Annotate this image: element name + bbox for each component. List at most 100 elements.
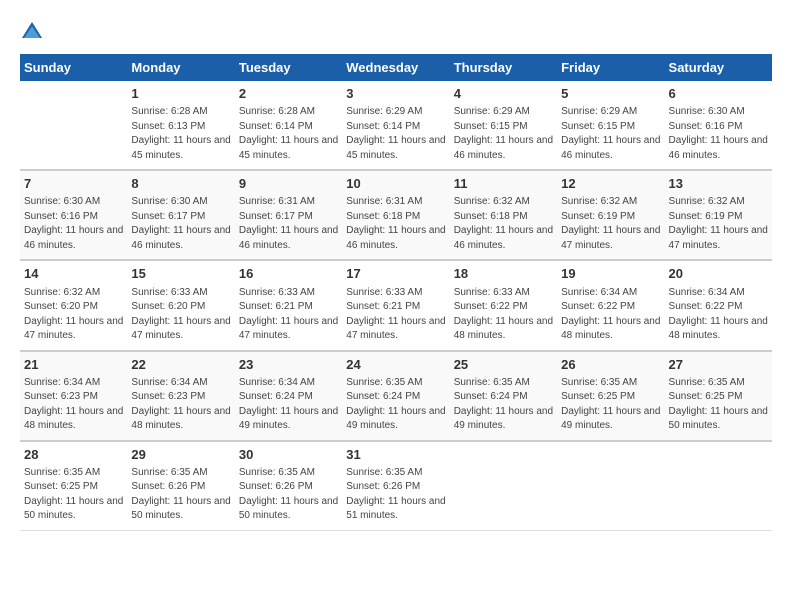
day-info: Sunrise: 6:35 AM Sunset: 6:25 PM Dayligh… [24,466,123,524]
col-header-monday: Monday [127,54,234,81]
day-cell: 11 Sunrise: 6:32 AM Sunset: 6:18 PM Dayli… [450,170,557,260]
day-info: Sunrise: 6:32 AM Sunset: 6:18 PM Dayligh… [454,195,553,253]
day-info: Sunrise: 6:32 AM Sunset: 6:20 PM Dayligh… [24,286,123,344]
day-info: Sunrise: 6:31 AM Sunset: 6:17 PM Dayligh… [239,195,338,253]
day-number: 11 [454,175,553,193]
day-info: Sunrise: 6:30 AM Sunset: 6:16 PM Dayligh… [24,195,123,253]
day-cell: 16 Sunrise: 6:33 AM Sunset: 6:21 PM Dayli… [235,260,342,350]
week-row-4: 28 Sunrise: 6:35 AM Sunset: 6:25 PM Dayli… [20,441,772,531]
day-info: Sunrise: 6:31 AM Sunset: 6:18 PM Dayligh… [346,195,445,253]
day-info: Sunrise: 6:34 AM Sunset: 6:22 PM Dayligh… [669,286,768,344]
day-info: Sunrise: 6:35 AM Sunset: 6:24 PM Dayligh… [346,376,445,434]
day-number: 14 [24,265,123,283]
day-number: 2 [239,85,338,103]
day-info: Sunrise: 6:28 AM Sunset: 6:13 PM Dayligh… [131,105,230,163]
col-header-friday: Friday [557,54,664,81]
day-number: 29 [131,446,230,464]
day-info: Sunrise: 6:34 AM Sunset: 6:23 PM Dayligh… [131,376,230,434]
day-cell: 2Sunrise: 6:28 AM Sunset: 6:14 PM Daylig… [235,81,342,170]
day-info: Sunrise: 6:30 AM Sunset: 6:16 PM Dayligh… [669,105,768,163]
day-number: 20 [669,265,768,283]
day-number: 6 [669,85,768,103]
day-cell: 9Sunrise: 6:31 AM Sunset: 6:17 PM Daylig… [235,170,342,260]
day-cell [450,441,557,531]
day-number: 5 [561,85,660,103]
day-cell: 29Sunrise: 6:35 AM Sunset: 6:26 PM Dayli… [127,441,234,531]
day-number: 30 [239,446,338,464]
day-info: Sunrise: 6:32 AM Sunset: 6:19 PM Dayligh… [669,195,768,253]
day-info: Sunrise: 6:33 AM Sunset: 6:21 PM Dayligh… [239,286,338,344]
day-cell: 8 Sunrise: 6:30 AM Sunset: 6:17 PM Daylig… [127,170,234,260]
day-number: 19 [561,265,660,283]
day-cell: 15 Sunrise: 6:33 AM Sunset: 6:20 PM Dayli… [127,260,234,350]
day-number: 16 [239,265,338,283]
day-info: Sunrise: 6:34 AM Sunset: 6:22 PM Dayligh… [561,286,660,344]
day-info: Sunrise: 6:35 AM Sunset: 6:24 PM Dayligh… [454,376,553,434]
logo [20,20,48,44]
day-cell: 18 Sunrise: 6:33 AM Sunset: 6:22 PM Dayli… [450,260,557,350]
day-cell: 28 Sunrise: 6:35 AM Sunset: 6:25 PM Dayli… [20,441,127,531]
day-number: 28 [24,446,123,464]
day-info: Sunrise: 6:33 AM Sunset: 6:21 PM Dayligh… [346,286,445,344]
day-cell: 5 Sunrise: 6:29 AM Sunset: 6:15 PM Daylig… [557,81,664,170]
day-cell: 26Sunrise: 6:35 AM Sunset: 6:25 PM Dayli… [557,351,664,441]
col-header-saturday: Saturday [665,54,772,81]
day-info: Sunrise: 6:34 AM Sunset: 6:23 PM Dayligh… [24,376,123,434]
day-info: Sunrise: 6:29 AM Sunset: 6:15 PM Dayligh… [454,105,553,163]
day-cell: 22 Sunrise: 6:34 AM Sunset: 6:23 PM Dayli… [127,351,234,441]
day-info: Sunrise: 6:33 AM Sunset: 6:20 PM Dayligh… [131,286,230,344]
day-number: 18 [454,265,553,283]
day-number: 7 [24,175,123,193]
day-cell [665,441,772,531]
week-row-0: 1 Sunrise: 6:28 AM Sunset: 6:13 PM Daylig… [20,81,772,170]
day-cell: 17 Sunrise: 6:33 AM Sunset: 6:21 PM Dayli… [342,260,449,350]
day-cell: 3 Sunrise: 6:29 AM Sunset: 6:14 PM Daylig… [342,81,449,170]
day-cell: 12 Sunrise: 6:32 AM Sunset: 6:19 PM Dayli… [557,170,664,260]
day-number: 21 [24,356,123,374]
day-cell [20,81,127,170]
col-header-sunday: Sunday [20,54,127,81]
col-header-wednesday: Wednesday [342,54,449,81]
day-number: 26 [561,356,660,374]
day-cell: 14 Sunrise: 6:32 AM Sunset: 6:20 PM Dayli… [20,260,127,350]
day-number: 15 [131,265,230,283]
day-number: 17 [346,265,445,283]
day-cell: 21 Sunrise: 6:34 AM Sunset: 6:23 PM Dayli… [20,351,127,441]
day-cell: 23 Sunrise: 6:34 AM Sunset: 6:24 PM Dayli… [235,351,342,441]
day-cell: 10 Sunrise: 6:31 AM Sunset: 6:18 PM Dayli… [342,170,449,260]
col-header-tuesday: Tuesday [235,54,342,81]
day-info: Sunrise: 6:35 AM Sunset: 6:25 PM Dayligh… [669,376,768,434]
day-number: 10 [346,175,445,193]
header-row: SundayMondayTuesdayWednesdayThursdayFrid… [20,54,772,81]
day-number: 23 [239,356,338,374]
day-cell: 7 Sunrise: 6:30 AM Sunset: 6:16 PM Daylig… [20,170,127,260]
week-row-1: 7 Sunrise: 6:30 AM Sunset: 6:16 PM Daylig… [20,170,772,260]
calendar-table: SundayMondayTuesdayWednesdayThursdayFrid… [20,54,772,531]
day-info: Sunrise: 6:34 AM Sunset: 6:24 PM Dayligh… [239,376,338,434]
col-header-thursday: Thursday [450,54,557,81]
day-number: 12 [561,175,660,193]
logo-icon [20,20,44,44]
day-number: 4 [454,85,553,103]
day-info: Sunrise: 6:29 AM Sunset: 6:15 PM Dayligh… [561,105,660,163]
day-number: 3 [346,85,445,103]
day-info: Sunrise: 6:32 AM Sunset: 6:19 PM Dayligh… [561,195,660,253]
day-info: Sunrise: 6:30 AM Sunset: 6:17 PM Dayligh… [131,195,230,253]
day-info: Sunrise: 6:33 AM Sunset: 6:22 PM Dayligh… [454,286,553,344]
day-number: 27 [669,356,768,374]
day-number: 24 [346,356,445,374]
day-cell: 31Sunrise: 6:35 AM Sunset: 6:26 PM Dayli… [342,441,449,531]
week-row-2: 14 Sunrise: 6:32 AM Sunset: 6:20 PM Dayli… [20,260,772,350]
day-cell: 25Sunrise: 6:35 AM Sunset: 6:24 PM Dayli… [450,351,557,441]
day-cell: 4 Sunrise: 6:29 AM Sunset: 6:15 PM Daylig… [450,81,557,170]
day-cell: 24 Sunrise: 6:35 AM Sunset: 6:24 PM Dayli… [342,351,449,441]
day-cell: 13Sunrise: 6:32 AM Sunset: 6:19 PM Dayli… [665,170,772,260]
day-cell: 30Sunrise: 6:35 AM Sunset: 6:26 PM Dayli… [235,441,342,531]
day-number: 22 [131,356,230,374]
day-info: Sunrise: 6:29 AM Sunset: 6:14 PM Dayligh… [346,105,445,163]
day-cell: 6 Sunrise: 6:30 AM Sunset: 6:16 PM Daylig… [665,81,772,170]
day-number: 8 [131,175,230,193]
day-number: 1 [131,85,230,103]
day-cell: 19 Sunrise: 6:34 AM Sunset: 6:22 PM Dayli… [557,260,664,350]
day-cell: 27 Sunrise: 6:35 AM Sunset: 6:25 PM Dayli… [665,351,772,441]
